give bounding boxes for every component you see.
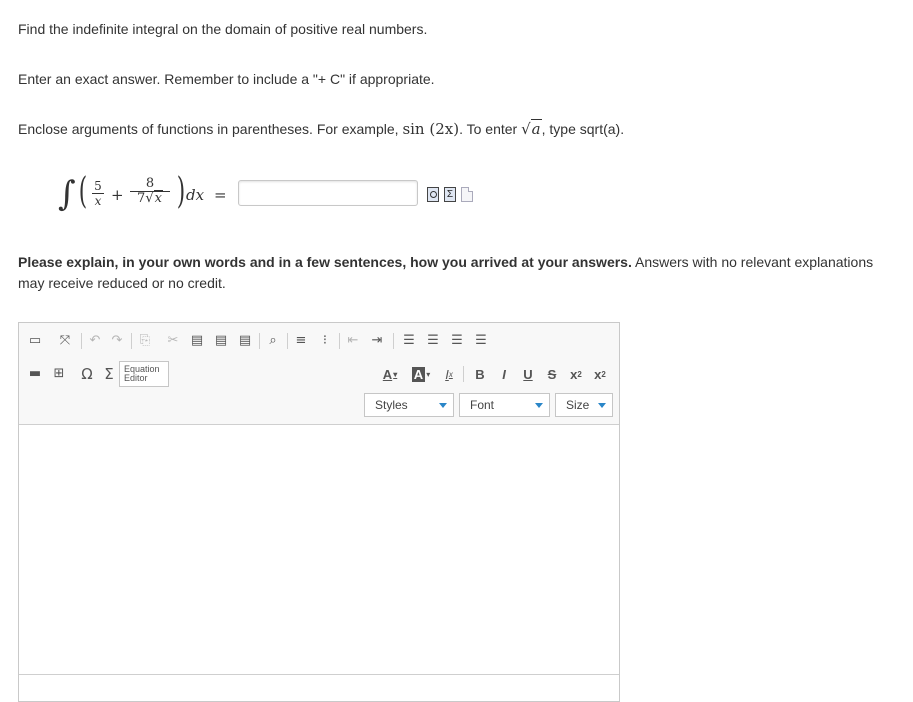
strikethrough-button[interactable]: S — [545, 365, 559, 383]
chevron-down-icon — [535, 403, 543, 408]
instruction-domain: Find the indefinite integral on the doma… — [18, 21, 428, 37]
font-label: Font — [470, 398, 495, 412]
instruction-text-c: , type sqrt(a). — [541, 121, 625, 137]
instruction-text-b: . To enter — [459, 121, 522, 137]
undo-icon[interactable]: ↶ — [87, 332, 103, 350]
cut-icon[interactable]: ✂ — [165, 332, 181, 350]
align-right-icon[interactable]: ☰ — [449, 332, 465, 350]
sqrt-arg: a — [530, 119, 542, 138]
example-func-name: sin — [402, 120, 425, 138]
instruction-exact: Enter an exact answer. Remember to inclu… — [18, 71, 435, 87]
italic-button[interactable]: I — [497, 365, 511, 383]
align-center-icon[interactable]: ☰ — [425, 332, 441, 350]
explanation-prompt: Please explain, in your own words and in… — [18, 252, 878, 294]
styles-dropdown[interactable]: Styles — [364, 393, 454, 417]
equation-editor-icon[interactable]: Σ — [444, 187, 456, 202]
source-icon[interactable]: ▭ — [27, 332, 43, 350]
indent-icon[interactable]: ⇥ — [369, 332, 385, 350]
background-color-button[interactable]: A ▾ — [409, 365, 433, 383]
numbered-list-icon[interactable]: ≡ — [293, 332, 309, 350]
instruction-parentheses: Enclose arguments of functions in parent… — [18, 119, 624, 139]
fraction-5-over-x: 5 x — [92, 179, 104, 208]
size-dropdown[interactable]: Size — [555, 393, 613, 417]
fraction-8-over-7sqrtx: 8 7√x — [130, 177, 170, 206]
left-paren: ( — [78, 171, 88, 212]
frac2-var: x — [154, 191, 162, 206]
horizontal-line-icon[interactable]: ▬ — [27, 365, 43, 383]
answer-input[interactable] — [238, 180, 418, 206]
help-icon[interactable] — [461, 187, 473, 202]
omega-icon[interactable]: Ω — [79, 365, 95, 383]
preview-icon[interactable] — [427, 187, 439, 202]
editor-body[interactable] — [19, 424, 619, 674]
example-function: sin (2x) — [402, 120, 459, 138]
font-dropdown[interactable]: Font — [459, 393, 550, 417]
sigma-icon[interactable]: Σ — [101, 365, 117, 383]
align-left-icon[interactable]: ☰ — [401, 332, 417, 350]
underline-button[interactable]: U — [521, 365, 535, 383]
maximize-icon[interactable]: ⤧ — [57, 332, 73, 350]
paste-text-icon[interactable]: ▤ — [213, 332, 229, 350]
plus-sign: + — [111, 186, 124, 204]
chevron-down-icon — [439, 403, 447, 408]
copy-icon[interactable]: ⎘ — [137, 332, 153, 350]
outdent-icon[interactable]: ⇤ — [345, 332, 361, 350]
subscript-button[interactable]: x2 — [567, 365, 585, 383]
bulleted-list-icon[interactable]: ⁝ — [317, 332, 333, 350]
table-icon[interactable]: ⊞ — [51, 365, 67, 383]
remove-format-button[interactable]: Ix — [441, 365, 457, 383]
superscript-button[interactable]: x2 — [591, 365, 609, 383]
paste-icon[interactable]: ▤ — [189, 332, 205, 350]
sqrt-example: √a — [521, 119, 542, 138]
frac2-coef: 7 — [137, 191, 146, 206]
equals-sign: = — [214, 186, 227, 204]
example-func-arg: (2x) — [429, 120, 460, 138]
editor-status-bar — [19, 674, 619, 687]
text-color-button[interactable]: A ▾ — [379, 365, 401, 383]
find-icon[interactable]: ⌕ — [265, 332, 281, 350]
frac2-denominator: 7√x — [137, 190, 163, 206]
justify-icon[interactable]: ☰ — [473, 332, 489, 350]
instruction-text-a: Enclose arguments of functions in parent… — [18, 121, 403, 137]
frac1-numerator: 5 — [94, 179, 102, 193]
redo-icon[interactable]: ↷ — [109, 332, 125, 350]
explanation-bold: Please explain, in your own words and in… — [18, 254, 632, 270]
differential: dx — [186, 186, 205, 204]
frac1-denominator: x — [94, 194, 102, 208]
integral-expression: ∫ ( 5 x + 8 7√x ) dx = — [58, 172, 238, 218]
equation-editor-label-2: Editor — [124, 373, 148, 383]
chevron-down-icon — [598, 403, 606, 408]
bold-button[interactable]: B — [473, 365, 487, 383]
editor-toolbar: ▭ ⤧ ↶ ↷ ⎘ ✂ ▤ ▤ ▤ ⌕ ≡ ⁝ ⇤ ⇥ ☰ ☰ ☰ ☰ ▬ ⊞ … — [19, 323, 619, 425]
frac2-numerator: 8 — [145, 176, 155, 191]
size-label: Size — [566, 398, 590, 412]
right-paren: ) — [176, 171, 186, 212]
integral-sign: ∫ — [58, 174, 76, 214]
styles-label: Styles — [375, 398, 408, 412]
paste-word-icon[interactable]: ▤ — [237, 332, 253, 350]
equation-editor-button[interactable]: Equation Editor — [119, 361, 169, 387]
rich-text-editor: ▭ ⤧ ↶ ↷ ⎘ ✂ ▤ ▤ ▤ ⌕ ≡ ⁝ ⇤ ⇥ ☰ ☰ ☰ ☰ ▬ ⊞ … — [18, 322, 620, 702]
